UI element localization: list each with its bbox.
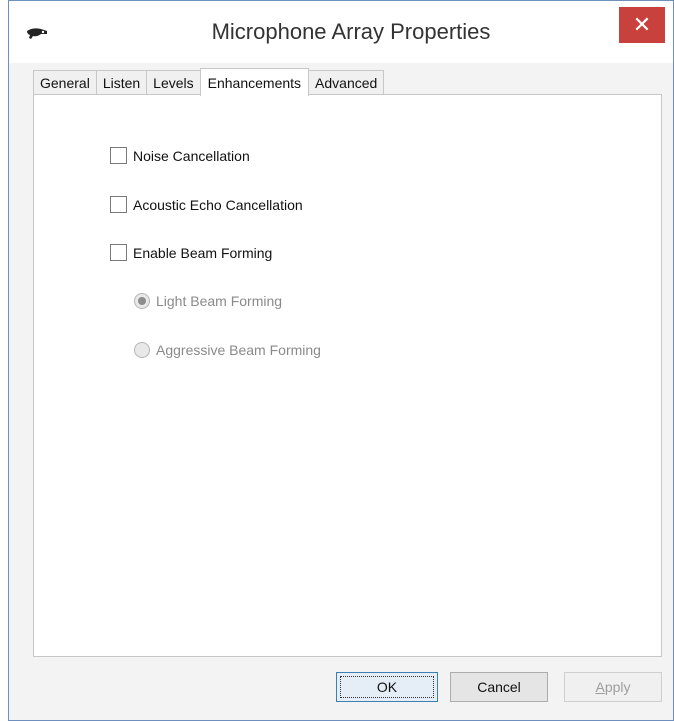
enable-beam-forming-checkbox[interactable] <box>110 244 127 261</box>
cancel-button-label: Cancel <box>477 679 521 695</box>
light-beam-forming-radio <box>134 293 150 309</box>
tab-advanced[interactable]: Advanced <box>308 70 385 95</box>
title-bar[interactable]: Microphone Array Properties ✕ <box>9 1 673 63</box>
cancel-button[interactable]: Cancel <box>450 672 548 702</box>
focus-rectangle <box>340 676 434 698</box>
noise-cancellation-option[interactable]: Noise Cancellation <box>110 147 250 164</box>
tab-general[interactable]: General <box>33 70 97 95</box>
apply-button[interactable]: Apply <box>564 672 662 702</box>
enhancements-panel: Noise Cancellation Acoustic Echo Cancell… <box>33 94 662 657</box>
tab-listen[interactable]: Listen <box>95 70 148 95</box>
acoustic-echo-cancellation-option[interactable]: Acoustic Echo Cancellation <box>110 196 303 213</box>
apply-button-label: pply <box>604 679 631 695</box>
window-title: Microphone Array Properties <box>211 19 491 44</box>
light-beam-forming-option: Light Beam Forming <box>134 293 282 309</box>
aggressive-beam-forming-radio <box>134 342 150 358</box>
enable-beam-forming-label: Enable Beam Forming <box>133 244 273 261</box>
apply-accelerator: A <box>595 679 605 695</box>
tab-levels[interactable]: Levels <box>146 70 201 95</box>
aggressive-beam-forming-label: Aggressive Beam Forming <box>156 342 321 358</box>
tab-enhancements[interactable]: Enhancements <box>199 68 310 96</box>
radio-selected-dot <box>138 297 146 305</box>
close-button[interactable]: ✕ <box>619 7 665 43</box>
acoustic-echo-cancellation-label: Acoustic Echo Cancellation <box>133 196 303 213</box>
ok-button[interactable]: OK <box>336 672 438 702</box>
tab-strip: General Listen Levels Enhancements Advan… <box>33 67 385 96</box>
properties-dialog: Microphone Array Properties ✕ General Li… <box>8 0 674 721</box>
light-beam-forming-label: Light Beam Forming <box>156 293 283 309</box>
aggressive-beam-forming-option: Aggressive Beam Forming <box>134 342 321 358</box>
noise-cancellation-label: Noise Cancellation <box>133 147 250 164</box>
close-icon: ✕ <box>632 12 652 37</box>
enable-beam-forming-option[interactable]: Enable Beam Forming <box>110 244 272 261</box>
acoustic-echo-cancellation-checkbox[interactable] <box>110 196 127 213</box>
noise-cancellation-checkbox[interactable] <box>110 147 127 164</box>
